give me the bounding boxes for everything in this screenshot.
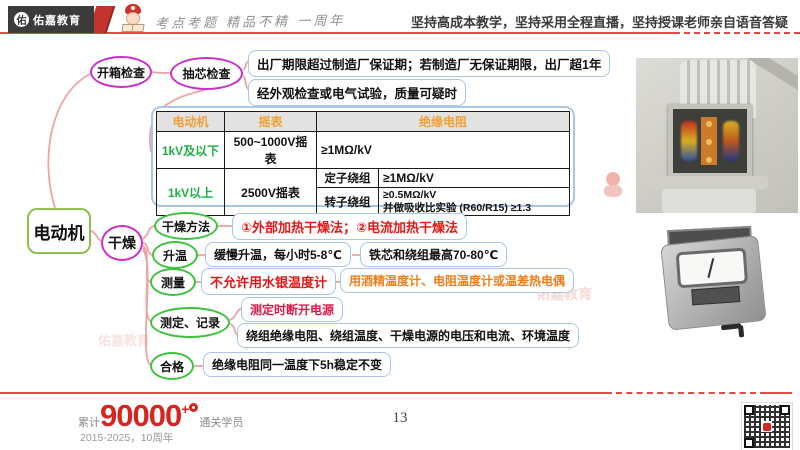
table-cell-rotor-value-1: ≥0.5MΩ/kV (383, 189, 437, 201)
node-record[interactable]: 测定、记录 (150, 307, 230, 338)
root-node-motor[interactable]: 电动机 (27, 208, 91, 254)
footer-stats: 累计 90000 + 通关学员 (78, 400, 243, 431)
brand-circle-icon: 佑 (14, 12, 29, 27)
table-header-motor: 电动机 (156, 111, 225, 132)
node-heat-up[interactable]: 升温 (152, 241, 198, 269)
core-check-note-1: 出厂期限超过制造厂保证期；若制造厂无保证期限，出厂超1年 (248, 50, 611, 77)
measure-note-2: 用酒精温度计、电阻温度计或温差热电偶 (340, 268, 575, 293)
node-core-check[interactable]: 抽芯检查 (170, 57, 243, 90)
pass-note: 绝缘电阻同一温度下5h稳定不变 (203, 352, 392, 377)
core-check-note-2: 经外观检查或电气试验，质量可疑时 (248, 79, 467, 106)
node-drying[interactable]: 干燥 (101, 225, 143, 261)
table-cell-motor-high: 1kV以上 (156, 167, 225, 217)
stat-badge-icon (189, 403, 199, 412)
table-cell-rotor-label: 转子绕组 (316, 186, 379, 217)
node-measure[interactable]: 测量 (150, 268, 196, 296)
heat-up-note-1: 缓慢升温，每小时5-8℃ (205, 242, 351, 267)
record-note-2: 绕组绝缘电阻、绕组温度、干燥电源的电压和电流、环境温度 (237, 323, 580, 348)
stat-number: 90000 (100, 398, 182, 433)
table-header-resistance: 绝缘电阻 (316, 111, 570, 132)
motor-terminal-box-photo (636, 58, 798, 213)
brand-logo-text: 佑嘉教育 (33, 14, 81, 27)
insulation-megger-photo (648, 220, 788, 350)
record-note-1: 测定时断开电源 (241, 297, 344, 322)
insulation-resistance-table: 电动机 摇表 绝缘电阻 1kV及以下 500~1000V摇表 ≥1MΩ/kV 1… (151, 106, 575, 217)
table-cell-motor-low: 1kV及以下 (156, 131, 225, 169)
node-drying-method[interactable]: 干燥方法 (154, 212, 218, 240)
stat-prefix: 累计 (78, 417, 100, 429)
node-unboxing-check[interactable]: 开箱检查 (90, 56, 152, 88)
brand-logo: 佑 佑嘉教育 (8, 6, 94, 33)
heat-up-note-2: 铁芯和绕组最高70-80℃ (360, 242, 508, 267)
stat-plus: + (181, 401, 190, 417)
table-cell-resistance-low: ≥1MΩ/kV (316, 131, 570, 169)
table-cell-megger-low: 500~1000V摇表 (224, 131, 317, 169)
qr-code[interactable] (741, 402, 793, 450)
slide: 佑 佑嘉教育 考点考题 精品不精 一周年 坚持高成本教学，坚持采用全程直播，坚持… (0, 0, 800, 450)
table-cell-megger-high: 2500V摇表 (224, 167, 317, 217)
anniversary-text: 2015-2025，10周年 (80, 432, 174, 444)
stat-suffix: 通关学员 (199, 417, 244, 429)
node-pass[interactable]: 合格 (150, 352, 194, 380)
drying-method-note: ①外部加热干燥法；②电流加热干燥法 (232, 213, 468, 240)
chef-mascot-icon (120, 4, 146, 34)
measure-note-1: 不允许用水银温度计 (201, 268, 337, 295)
table-header-megger: 摇表 (224, 111, 317, 132)
table-cell-stator-label: 定子绕组 (316, 168, 379, 188)
table-cell-stator-value: ≥1MΩ/kV (378, 168, 570, 188)
page-number: 13 (392, 410, 408, 426)
